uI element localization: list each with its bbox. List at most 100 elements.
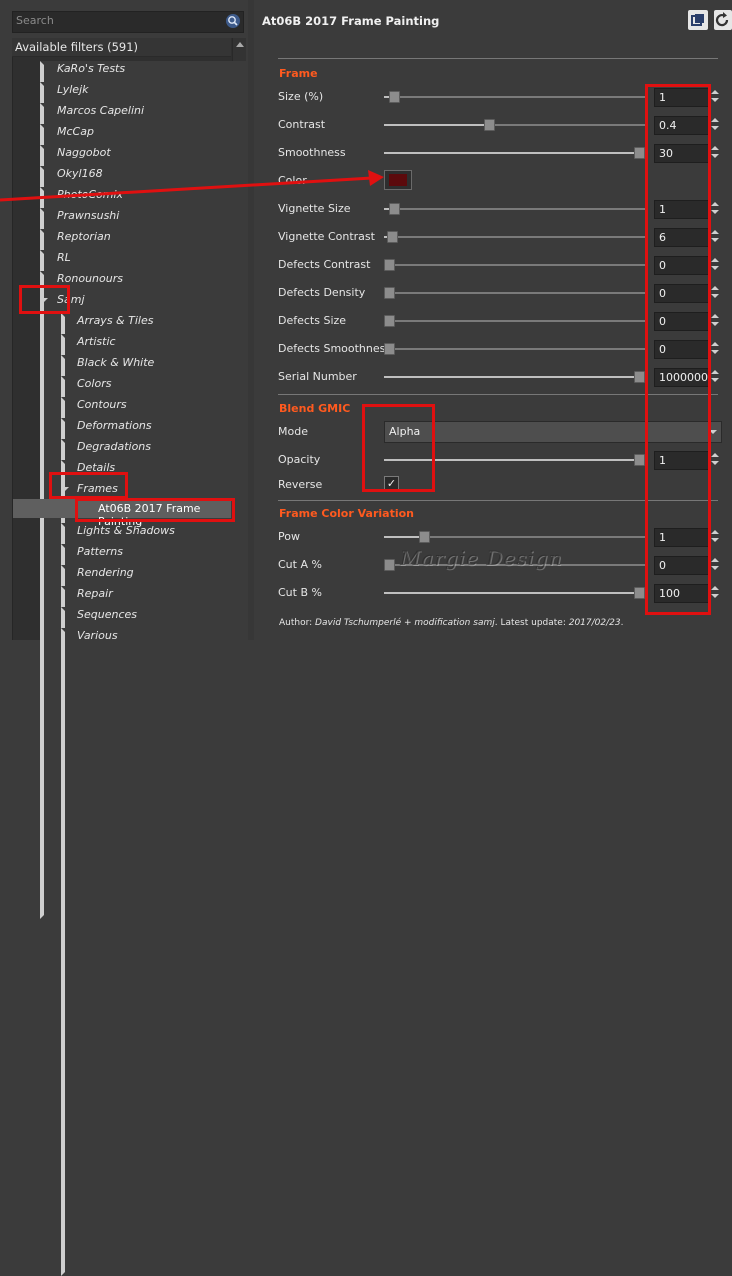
chevron-down-icon[interactable] (711, 154, 719, 158)
chevron-up-icon[interactable] (711, 286, 719, 290)
tree-item-karo-s-tests[interactable]: KaRo's Tests (0, 61, 522, 709)
chevron-up-icon[interactable] (711, 314, 719, 318)
chevron-down-icon[interactable] (711, 294, 719, 298)
smoothness-slider-handle[interactable] (634, 147, 645, 159)
chevron-up-icon[interactable] (711, 118, 719, 122)
chevron-down-icon[interactable] (711, 566, 719, 570)
tree-item-label: Prawnsushi (57, 209, 120, 222)
contrast-slider-handle[interactable] (484, 119, 495, 131)
tree-item-various[interactable]: Various (0, 628, 543, 1276)
tree-item-deformations[interactable]: Deformations (0, 418, 543, 1066)
chevron-up-icon[interactable] (711, 558, 719, 562)
smoothness-slider-fill (384, 152, 638, 154)
cut-b-spin-buttons[interactable] (710, 584, 720, 601)
chevron-up-icon[interactable] (711, 453, 719, 457)
chevron-down-icon[interactable] (711, 98, 719, 102)
tree-item-naggobot[interactable]: Naggobot (0, 145, 522, 793)
chevron-down-icon[interactable] (711, 538, 719, 542)
size-spin-buttons[interactable] (710, 88, 720, 105)
chevron-up-icon[interactable] (711, 146, 719, 150)
chevron-up-icon[interactable] (711, 530, 719, 534)
defects-density-slider-handle[interactable] (384, 287, 395, 299)
defects-contrast-spin-buttons[interactable] (710, 256, 720, 273)
defects-smoothness-slider-handle[interactable] (384, 343, 395, 355)
defects-smoothness-slider[interactable] (384, 348, 646, 350)
vignette-contrast-slider-handle[interactable] (387, 231, 398, 243)
chevron-down-icon[interactable] (711, 378, 719, 382)
tree-item-rl[interactable]: RL (0, 250, 522, 898)
serial-number-slider-handle[interactable] (634, 371, 645, 383)
tree-item-sequences[interactable]: Sequences (0, 607, 543, 1255)
vignette-contrast-slider[interactable] (384, 236, 646, 238)
contrast-spin-buttons[interactable] (710, 116, 720, 133)
chevron-down-icon[interactable] (711, 350, 719, 354)
search-input[interactable]: Search (12, 11, 244, 33)
tree-item-reptorian[interactable]: Reptorian (0, 229, 522, 877)
defects-contrast-slider[interactable] (384, 264, 646, 266)
chevron-up-icon[interactable] (711, 370, 719, 374)
serial-number-spin-buttons[interactable] (710, 368, 720, 385)
chevron-down-icon[interactable] (711, 594, 719, 598)
cut-a-slider-handle[interactable] (384, 559, 395, 571)
reverse-label: Reverse (278, 478, 323, 491)
opacity-slider-handle[interactable] (634, 454, 645, 466)
vignette-size-slider-handle[interactable] (389, 203, 400, 215)
chevron-down-icon[interactable] (711, 461, 719, 465)
cut-b-slider-handle[interactable] (634, 587, 645, 599)
chevron-down-icon[interactable] (711, 266, 719, 270)
defects-smoothness-spin-buttons[interactable] (710, 340, 720, 357)
tree-item-arrays-tiles[interactable]: Arrays & Tiles (0, 313, 543, 961)
chevron-right-icon[interactable] (61, 628, 543, 1276)
tree-item-patterns[interactable]: Patterns (0, 544, 543, 1192)
scroll-up-icon[interactable] (236, 42, 244, 47)
vignette-contrast-spin-buttons[interactable] (710, 228, 720, 245)
chevron-down-icon[interactable] (711, 210, 719, 214)
chevron-up-icon[interactable] (711, 230, 719, 234)
refresh-button[interactable] (714, 10, 732, 30)
opacity-spin-buttons[interactable] (710, 451, 720, 468)
tree-item-label: Rendering (77, 566, 134, 579)
mode-label: Mode (278, 425, 308, 438)
tree-item-contours[interactable]: Contours (0, 397, 543, 1045)
tree-item-label: Patterns (77, 545, 123, 558)
copy-button[interactable] (688, 10, 708, 30)
tree-item-artistic[interactable]: Artistic (0, 334, 543, 982)
tree-item-degradations[interactable]: Degradations (0, 439, 543, 1087)
size-slider[interactable] (384, 96, 646, 98)
cut-a-spin-buttons[interactable] (710, 556, 720, 573)
tree-item-rendering[interactable]: Rendering (0, 565, 543, 1213)
annotation-arrow (0, 170, 384, 202)
pow-spin-buttons[interactable] (710, 528, 720, 545)
chevron-up-icon[interactable] (711, 258, 719, 262)
smoothness-spin-buttons[interactable] (710, 144, 720, 161)
highlight-blend (362, 404, 435, 492)
chevron-down-icon[interactable] (711, 322, 719, 326)
chevron-down-icon[interactable] (711, 238, 719, 242)
chevron-up-icon[interactable] (711, 202, 719, 206)
defects-size-slider-handle[interactable] (384, 315, 395, 327)
tree-item-lylejk[interactable]: Lylejk (0, 82, 522, 730)
defects-density-spin-buttons[interactable] (710, 284, 720, 301)
defects-size-slider[interactable] (384, 320, 646, 322)
tree-item-mccap[interactable]: McCap (0, 124, 522, 772)
tree-item-label: Contours (77, 398, 127, 411)
size-slider-handle[interactable] (389, 91, 400, 103)
tree-item-black-white[interactable]: Black & White (0, 355, 543, 1003)
filters-header: Available filters (591) (12, 38, 231, 57)
defects-contrast-slider-handle[interactable] (384, 259, 395, 271)
chevron-up-icon[interactable] (711, 586, 719, 590)
defects-density-slider[interactable] (384, 292, 646, 294)
section-blend: Blend GMIC (279, 402, 351, 415)
pow-slider-handle[interactable] (419, 531, 430, 543)
tree-item-marcos-capelini[interactable]: Marcos Capelini (0, 103, 522, 751)
defects-size-spin-buttons[interactable] (710, 312, 720, 329)
tree-item-prawnsushi[interactable]: Prawnsushi (0, 208, 522, 856)
tree-item-repair[interactable]: Repair (0, 586, 543, 1234)
vignette-size-spin-buttons[interactable] (710, 200, 720, 217)
chevron-up-icon[interactable] (711, 90, 719, 94)
chevron-down-icon[interactable] (711, 126, 719, 130)
search-icon[interactable] (225, 13, 241, 29)
tree-item-colors[interactable]: Colors (0, 376, 543, 1024)
vignette-size-slider[interactable] (384, 208, 646, 210)
chevron-up-icon[interactable] (711, 342, 719, 346)
